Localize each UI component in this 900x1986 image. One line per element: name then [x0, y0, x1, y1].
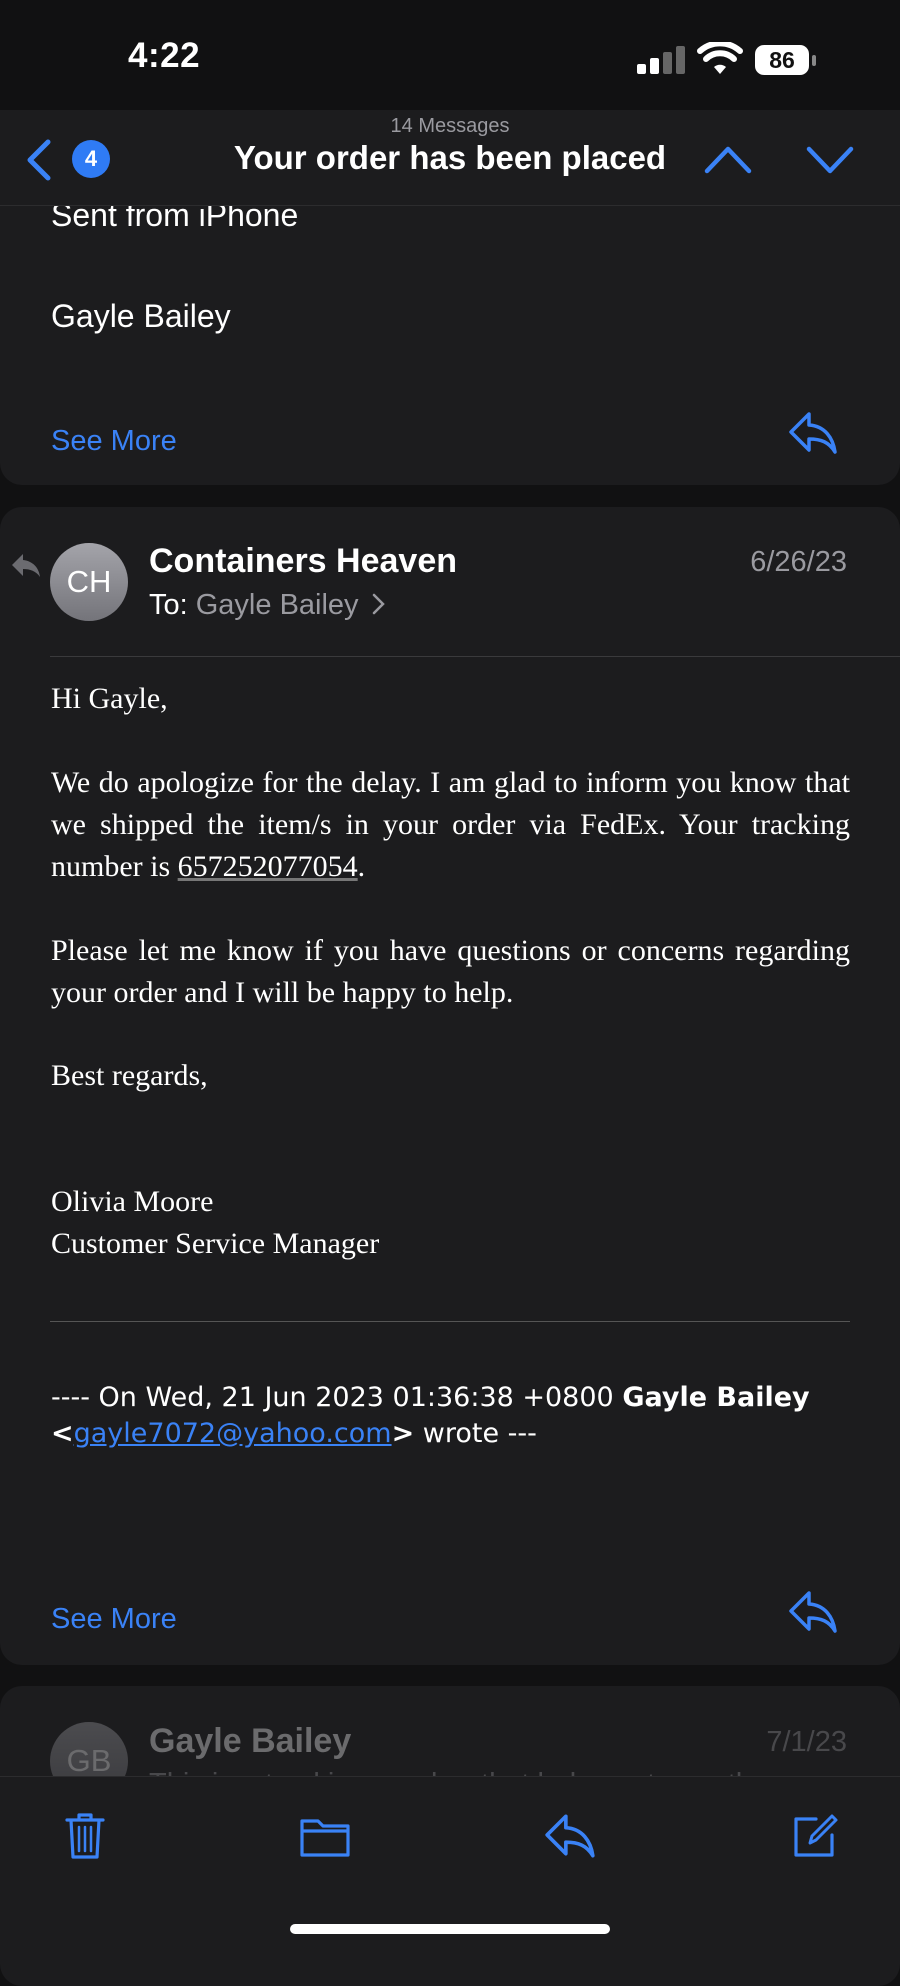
trash-icon[interactable]: [60, 1811, 110, 1861]
wifi-icon: [697, 42, 743, 74]
message-date: 7/1/23: [766, 1726, 847, 1758]
home-indicator: [290, 1924, 610, 1934]
chevron-up-icon[interactable]: [703, 139, 753, 179]
reply-icon[interactable]: [787, 1589, 839, 1635]
reply-icon[interactable]: [543, 1811, 597, 1861]
folder-icon[interactable]: [298, 1811, 352, 1861]
message-body-line: Gayle Bailey: [51, 298, 231, 334]
quote-divider: [50, 1321, 850, 1322]
to-label: To:: [149, 589, 188, 621]
battery-icon: 86: [755, 45, 820, 77]
replied-indicator-icon: [12, 554, 40, 577]
battery-level: 86: [755, 45, 809, 75]
greeting: Hi Gayle,: [51, 682, 168, 715]
thread-title: Your order has been placed: [233, 139, 667, 176]
cellular-signal-icon: [637, 46, 687, 74]
message-date: 6/26/23: [750, 546, 847, 578]
chevron-down-icon[interactable]: [805, 139, 855, 179]
email-link[interactable]: gayle7072@yahoo.com: [74, 1418, 392, 1449]
chevron-right-icon: [372, 593, 385, 615]
body-paragraph: We do apologize for the delay. I am glad…: [51, 766, 850, 883]
signature-title: Customer Service Manager: [51, 1227, 380, 1260]
divider: [50, 656, 900, 657]
recipient-name: Gayle Bailey: [195, 589, 359, 621]
closing: Best regards,: [51, 1059, 208, 1092]
see-more-link[interactable]: See More: [51, 425, 177, 458]
see-more-link[interactable]: See More: [51, 1603, 177, 1636]
compose-icon[interactable]: [790, 1811, 840, 1861]
signature-name: Olivia Moore: [51, 1185, 214, 1218]
sender-name[interactable]: Gayle Bailey: [149, 1722, 351, 1761]
message-count: 14 Messages: [390, 115, 510, 137]
quoted-header: ---- On Wed, 21 Jun 2023 01:36:38 +0800 …: [51, 1382, 810, 1449]
reply-icon[interactable]: [787, 410, 839, 456]
tracking-number[interactable]: 657252077054: [178, 850, 358, 883]
recipient-line[interactable]: To: Gayle Bailey: [149, 589, 387, 622]
avatar: CH: [50, 543, 128, 621]
sender-name[interactable]: Containers Heaven: [149, 542, 457, 581]
body-paragraph: Please let me know if you have questions…: [51, 934, 850, 1009]
status-time: 4:22: [128, 36, 201, 75]
